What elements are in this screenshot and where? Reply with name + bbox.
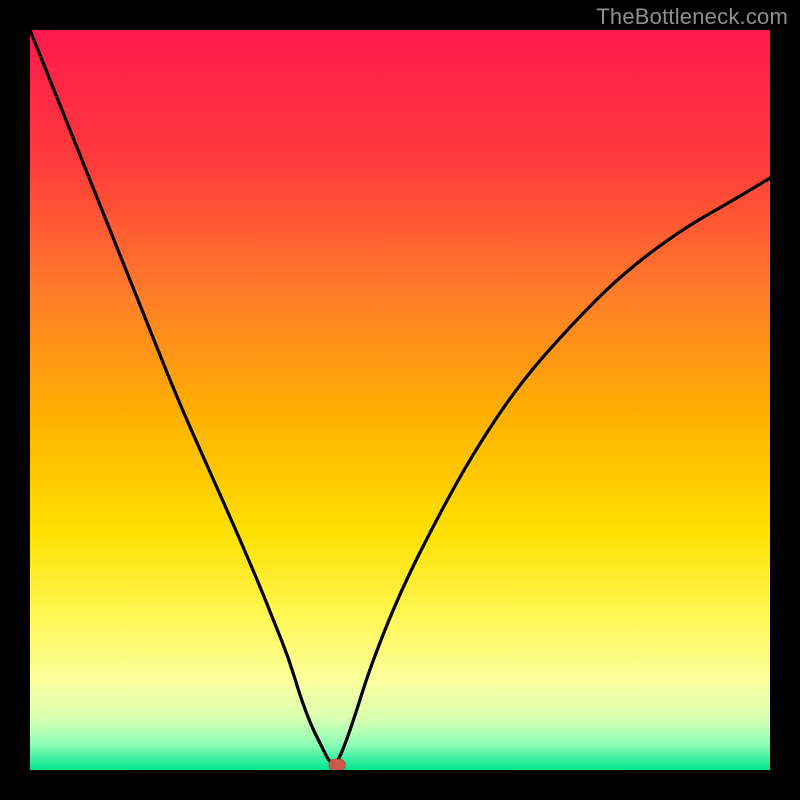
watermark-text: TheBottleneck.com: [596, 4, 788, 30]
bottleneck-chart: [30, 30, 770, 770]
plot-area: [30, 30, 770, 770]
gradient-background: [30, 30, 770, 770]
optimum-marker: [329, 759, 345, 770]
chart-frame: TheBottleneck.com: [0, 0, 800, 800]
